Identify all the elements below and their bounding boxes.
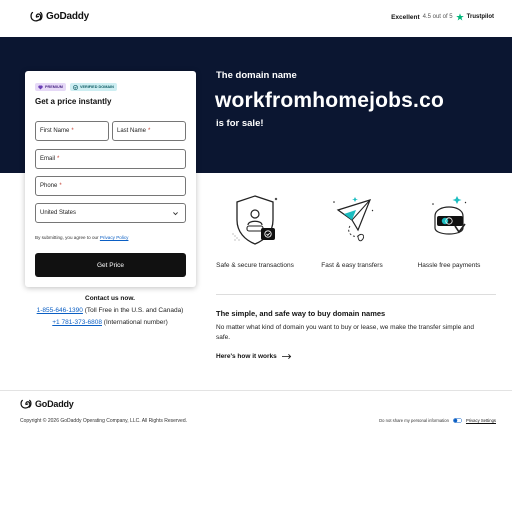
paper-plane-icon <box>333 197 374 242</box>
price-form-card: PREMIUM VERIFIED DOMAIN Get a price inst… <box>25 71 196 287</box>
how-it-works-link[interactable]: Here's how it works <box>216 353 292 360</box>
info-body: No matter what kind of domain you want t… <box>216 324 474 341</box>
footer-brand-name: GoDaddy <box>35 399 74 409</box>
feature-payments <box>399 190 499 250</box>
domain-name: workfromhomejobs.co <box>215 89 444 112</box>
brand-name: GoDaddy <box>46 11 90 22</box>
footer-godaddy-logo[interactable]: GoDaddy <box>20 399 74 409</box>
form-title: Get a price instantly <box>35 97 112 106</box>
hero-post-text: is for sale! <box>216 118 264 129</box>
required-mark: * <box>71 128 74 134</box>
arrow-right-icon <box>281 354 291 359</box>
contact-phone-1: 1-855-646-1390 (Toll Free in the U.S. an… <box>0 307 220 314</box>
first-name-field[interactable]: First Name * <box>35 121 109 141</box>
verified-badge: VERIFIED DOMAIN <box>69 83 117 91</box>
contact-title: Contact us now. <box>85 295 135 302</box>
payment-icon <box>432 196 467 235</box>
do-not-share-link[interactable]: Do not share my personal information <box>379 418 449 423</box>
terms-text: By submitting, you agree to our Privacy … <box>35 235 128 240</box>
feature-transfers-label: Fast & easy transfers <box>321 262 383 269</box>
phone-field[interactable]: Phone * <box>35 176 186 196</box>
verified-badge-label: VERIFIED DOMAIN <box>79 85 114 89</box>
godaddy-logo-icon <box>20 399 32 409</box>
hero-pre-text: The domain name <box>216 70 297 81</box>
trustpilot-rating[interactable]: Excellent 4.5 out of 5 Trustpilot <box>391 13 494 21</box>
country-select[interactable]: United States <box>35 203 186 223</box>
last-name-label: Last Name <box>117 128 147 134</box>
top-bar: GoDaddy Excellent 4.5 out of 5 Trustpilo… <box>0 0 512 37</box>
check-circle-icon <box>73 84 78 90</box>
terms-prefix: By submitting, you agree to our <box>35 235 99 240</box>
privacy-policy-link[interactable]: Privacy Policy <box>100 235 129 240</box>
privacy-toggle-icon <box>452 418 462 423</box>
copyright-text: Copyright © 2026 GoDaddy Operating Compa… <box>20 418 188 424</box>
email-label: Email <box>40 156 56 162</box>
how-it-works-label: Here's how it works <box>216 353 277 360</box>
required-mark: * <box>148 128 151 134</box>
footer-links: Do not share my personal information Pri… <box>379 418 496 423</box>
trust-rating-label: Excellent <box>391 13 420 21</box>
contact-phone-2: +1 781-373-6808 (International number) <box>0 319 220 326</box>
section-divider <box>216 294 496 295</box>
feature-secure <box>205 190 305 250</box>
info-title: The simple, and safe way to buy domain n… <box>216 309 386 318</box>
required-mark: * <box>59 183 62 189</box>
phone-2-link[interactable]: +1 781-373-6808 <box>52 319 102 326</box>
premium-badge: PREMIUM <box>35 83 66 91</box>
last-name-field[interactable]: Last Name * <box>112 121 186 141</box>
footer-divider <box>0 390 512 391</box>
phone-1-note: (Toll Free in the U.S. and Canada) <box>84 307 184 314</box>
chevron-down-icon <box>173 212 178 216</box>
phone-1-link[interactable]: 1-855-646-1390 <box>37 307 83 314</box>
get-price-button[interactable]: Get Price <box>35 253 186 277</box>
required-mark: * <box>57 156 60 162</box>
email-field[interactable]: Email * <box>35 149 186 169</box>
trust-brand: Trustpilot <box>466 14 494 20</box>
privacy-settings-link[interactable]: Privacy Settings <box>466 418 496 423</box>
godaddy-logo[interactable]: GoDaddy <box>30 11 89 22</box>
trust-score: 4.5 out of 5 <box>422 14 453 20</box>
feature-transfers <box>302 190 402 250</box>
phone-label: Phone <box>40 183 58 189</box>
badges: PREMIUM VERIFIED DOMAIN <box>35 83 117 91</box>
first-name-label: First Name <box>40 128 70 134</box>
godaddy-logo-icon <box>30 11 43 22</box>
shield-icon <box>232 195 278 245</box>
country-value: United States <box>40 210 77 216</box>
trustpilot-star-icon <box>455 13 464 21</box>
feature-payments-label: Hassle free payments <box>417 262 481 269</box>
feature-secure-label: Safe & secure transactions <box>216 262 294 269</box>
premium-badge-label: PREMIUM <box>45 85 63 89</box>
diamond-icon <box>38 85 43 89</box>
phone-2-note: (International number) <box>103 319 168 326</box>
